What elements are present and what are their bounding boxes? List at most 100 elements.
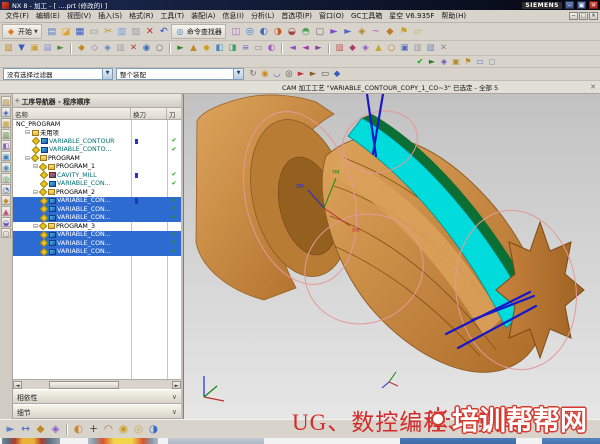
snap-point-icon[interactable]: ◄: [300, 42, 312, 54]
face-rule-icon[interactable]: ▣: [399, 42, 411, 54]
verify-toolpath-icon[interactable]: ◈: [439, 56, 450, 67]
snap-end-icon[interactable]: ►: [313, 42, 325, 54]
create-method-icon[interactable]: ▤: [42, 42, 54, 54]
selection-tool-icon[interactable]: ►: [4, 422, 18, 436]
tree-row-variable-con-4[interactable]: VARIABLE_CON...✔: [13, 214, 181, 223]
parallel-generate-icon[interactable]: ▲: [188, 42, 200, 54]
tree-row-program-1[interactable]: ⊟PROGRAM_1: [13, 163, 181, 172]
studio-view-icon[interactable]: ◓: [299, 25, 312, 38]
scroll-track[interactable]: [22, 381, 172, 389]
scroll-right-icon[interactable]: ►: [172, 381, 181, 389]
edit-object-icon[interactable]: ◆: [76, 42, 88, 54]
body-rule-icon[interactable]: ▥: [412, 42, 424, 54]
child-restore-button[interactable]: ▢: [579, 12, 588, 20]
tree-row-variable-conto[interactable]: VARIABLE_CONTO...✔: [13, 146, 181, 155]
menu-insert[interactable]: 插入(S): [95, 11, 126, 21]
pattern-component-icon[interactable]: ◈: [49, 422, 63, 436]
transform-icon[interactable]: ≡: [240, 42, 252, 54]
select-filter-icon[interactable]: ◄: [287, 42, 299, 54]
wireframe-view-icon[interactable]: ◒: [285, 25, 298, 38]
create-geometry-icon[interactable]: ▣: [29, 42, 41, 54]
delete-icon[interactable]: ✕: [143, 25, 156, 38]
cut-object-icon[interactable]: ◇: [89, 42, 101, 54]
curve-rule-icon[interactable]: ○: [386, 42, 398, 54]
column-name[interactable]: 名称: [13, 108, 131, 119]
assembly-constraints-icon[interactable]: ◆: [34, 422, 48, 436]
expand-collapse-icon[interactable]: ⊟: [32, 223, 39, 230]
system-materials-icon[interactable]: ◆: [1, 195, 11, 205]
deselect-icon[interactable]: ►: [296, 69, 307, 80]
menu-tools[interactable]: 工具(T): [157, 11, 188, 21]
menu-assemblies[interactable]: 装配(A): [188, 11, 219, 21]
operation-navigator-icon[interactable]: ▥: [1, 129, 11, 139]
menu-window[interactable]: 窗口(O): [316, 11, 348, 21]
graphics-viewport[interactable]: ZM YM XM: [183, 94, 600, 419]
close-button[interactable]: ✕: [589, 1, 598, 9]
gear-end-face[interactable]: [496, 222, 584, 358]
tree-row-variable-con-7[interactable]: VARIABLE_CON...✔: [13, 248, 181, 257]
paste-icon[interactable]: ▨: [129, 25, 142, 38]
roles-icon[interactable]: ◒: [1, 217, 11, 227]
navigator-hscrollbar[interactable]: ◄ ►: [13, 379, 181, 389]
mcs-display-icon[interactable]: ▨: [334, 42, 346, 54]
tree-row-cavity-mill[interactable]: CAVITY_MILL✔: [13, 171, 181, 180]
hd3d-tools-icon[interactable]: ◉: [1, 162, 11, 172]
system-scenes-icon[interactable]: ▢: [1, 228, 11, 238]
tree-row-variable-con-2[interactable]: VARIABLE_CON...✔: [13, 197, 181, 206]
command-finder-button[interactable]: ◎ 命令查找器: [171, 24, 226, 39]
flag-note-icon[interactable]: ⚑: [397, 25, 410, 38]
prev-selection-icon[interactable]: ►: [308, 69, 319, 80]
tree-row-variable-con-1[interactable]: VARIABLE_CON...✔: [13, 180, 181, 189]
earth-view-icon[interactable]: ◑: [147, 422, 161, 436]
navigator-header[interactable]: ◈ 工序导航器 - 程序顺序: [13, 94, 181, 108]
open-icon[interactable]: ◪: [59, 25, 72, 38]
info-window-icon[interactable]: ▧: [425, 42, 437, 54]
menu-preferences[interactable]: 首选项(P): [278, 11, 316, 21]
part-navigator-icon[interactable]: ▦: [1, 118, 11, 128]
render-style-icon[interactable]: ◐: [72, 422, 86, 436]
generate-toolpath-icon[interactable]: ✔: [415, 56, 426, 67]
list-output-icon[interactable]: ◻: [487, 56, 498, 67]
workpiece-display-icon[interactable]: ◈: [360, 42, 372, 54]
shop-doc-icon[interactable]: ▭: [475, 56, 486, 67]
menu-information[interactable]: 信息(I): [219, 11, 248, 21]
divide-toolpath-icon[interactable]: ◧: [214, 42, 226, 54]
expand-collapse-icon[interactable]: ⊟: [24, 129, 31, 136]
magnify-icon[interactable]: ◎: [132, 422, 146, 436]
edit-toolpath-icon[interactable]: ◆: [201, 42, 213, 54]
menu-view[interactable]: 视图(V): [63, 11, 94, 21]
start-menu-button[interactable]: ◆ 开始 ▼: [2, 24, 42, 39]
tree-row-variable-contour[interactable]: VARIABLE_CONTOUR✔: [13, 137, 181, 146]
rect-select-icon[interactable]: ▭: [320, 69, 331, 80]
child-minimize-button[interactable]: ─: [569, 12, 578, 20]
spline-tool-icon[interactable]: ~: [369, 25, 382, 38]
new-icon[interactable]: ▤: [45, 25, 58, 38]
tool-display-icon[interactable]: ◆: [347, 42, 359, 54]
tree-row-variable-con-5[interactable]: VARIABLE_CON...✔: [13, 231, 181, 240]
snapshot-icon[interactable]: ◈: [355, 25, 368, 38]
constraint-navigator-icon[interactable]: ◈: [1, 107, 11, 117]
move-component-icon[interactable]: ↔: [19, 422, 33, 436]
copy-icon[interactable]: ▥: [115, 25, 128, 38]
child-close-button[interactable]: ✕: [589, 12, 598, 20]
display-object-icon[interactable]: ◉: [141, 42, 153, 54]
tree-row-program[interactable]: ⊟PROGRAM: [13, 154, 181, 163]
simulate-toolpath-icon[interactable]: ▣: [451, 56, 462, 67]
machine-navigator-icon[interactable]: ◧: [1, 140, 11, 150]
menu-edit[interactable]: 编辑(E): [33, 11, 64, 21]
tree-row-variable-con-3[interactable]: VARIABLE_CON...✔: [13, 205, 181, 214]
menu-analysis[interactable]: 分析(L): [247, 11, 277, 21]
post-process-icon[interactable]: ⚑: [463, 56, 474, 67]
menu-starsky-version[interactable]: 星空 V6.935F: [386, 11, 438, 21]
copy-object-icon[interactable]: ◈: [102, 42, 114, 54]
cut-icon[interactable]: ✂: [101, 25, 114, 38]
selection-scope-dropdown[interactable]: 整个装配 ▼: [116, 68, 244, 80]
process-studio-icon[interactable]: ▲: [1, 206, 11, 216]
delete-object-icon[interactable]: ✕: [128, 42, 140, 54]
refresh-selection-icon[interactable]: ↻: [248, 69, 259, 80]
undo-icon[interactable]: ↶: [157, 25, 170, 38]
orient-view-2-icon[interactable]: ►: [341, 25, 354, 38]
shaded-edges-view-icon[interactable]: ◑: [271, 25, 284, 38]
analysis-measure-icon[interactable]: ◉: [117, 422, 131, 436]
trim-toolpath-icon[interactable]: ◨: [227, 42, 239, 54]
